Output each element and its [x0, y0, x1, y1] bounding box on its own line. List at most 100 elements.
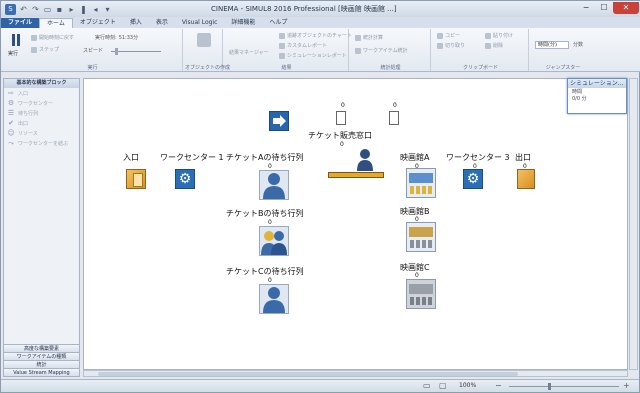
panel-tab-vsm[interactable]: Value Stream Mapping — [4, 368, 79, 376]
tab-advanced[interactable]: 詳細機能 — [224, 18, 262, 28]
block-exit[interactable]: ✔ 出口 — [4, 118, 79, 128]
exit-door-icon[interactable] — [517, 169, 535, 189]
maximize-button[interactable]: ☐ — [595, 2, 613, 14]
block-workcenter[interactable]: ⚙ ワークセンター — [4, 98, 79, 108]
block-workcenter-label: ワークセンター — [18, 100, 54, 107]
speed-slider-thumb[interactable] — [115, 48, 118, 55]
resource-icon: ☺ — [7, 129, 15, 137]
step-button[interactable]: ステップ — [31, 46, 59, 53]
block-connect[interactable]: ⤳ ワークセンターを結ぶ — [4, 138, 79, 148]
copy-button[interactable]: コピー — [437, 32, 460, 39]
reset-icon[interactable]: ◂ — [91, 5, 100, 14]
block-resource[interactable]: ☺ リソース — [4, 128, 79, 138]
block-connect-label: ワークセンターを結ぶ — [18, 140, 69, 147]
clock-panel-title: シミュレーション... — [568, 79, 626, 88]
simulation-canvas[interactable]: 0 0 チケット販売窓口 0 入口 ワークセンター 1 ⚙ チケットAの待ち行列… — [83, 78, 628, 370]
tab-help[interactable]: ヘルプ — [262, 18, 294, 28]
panel-tab-stats[interactable]: 統計 — [4, 360, 79, 368]
build-icon[interactable] — [197, 33, 211, 47]
tab-file[interactable]: ファイル — [1, 18, 40, 28]
queue-icon: ☰ — [7, 109, 15, 117]
tab-home[interactable]: ホーム — [39, 18, 73, 28]
horizontal-scroll-thumb[interactable] — [98, 372, 518, 376]
reset-button[interactable]: 開始時刻に戻す — [31, 34, 74, 41]
exit-label: 出口 — [515, 153, 531, 162]
horizontal-scrollbar[interactable] — [83, 370, 628, 377]
step-icon — [31, 46, 37, 53]
jump-time-input[interactable]: 時間(分) — [535, 41, 569, 49]
zoom-slider[interactable] — [509, 386, 619, 387]
report-group: 結果マネージャー 追跡オブジェクトのチャート カスタムレポート シミュレーション… — [225, 29, 352, 71]
results-manager-label: 結果マネージャー — [229, 50, 269, 56]
monitor-icon[interactable]: ▢ — [439, 382, 447, 390]
tab-insert[interactable]: 挿入 — [123, 18, 149, 28]
speed-slider[interactable] — [111, 51, 161, 52]
theaterB-icon[interactable] — [406, 222, 436, 252]
entry-door-icon[interactable] — [126, 169, 146, 189]
connect-icon: ⤳ — [8, 138, 14, 147]
entry-arrow-icon[interactable] — [269, 111, 289, 131]
queueA-people-icon[interactable] — [259, 170, 289, 200]
workitem-stat-button[interactable]: ワークアイテム統計 — [355, 47, 408, 54]
close-button[interactable]: ✕ — [613, 2, 639, 14]
tab-visual-logic[interactable]: Visual Logic — [175, 18, 225, 28]
build-group-label: オブジェクトの作成 — [185, 65, 231, 71]
panel-tab-workitems[interactable]: ワークアイテムの種類 — [4, 352, 79, 360]
stat-calc-button[interactable]: 統計計算 — [355, 34, 383, 41]
window-controls: − ☐ ✕ — [577, 2, 639, 14]
ticket-doc-icon[interactable] — [389, 111, 399, 125]
ticket-doc-count-2: 0 — [393, 102, 397, 109]
queueB-people-icon[interactable] — [259, 226, 289, 256]
clerk-icon[interactable] — [356, 149, 374, 171]
block-queue[interactable]: ☰ 待ち行列 — [4, 108, 79, 118]
minimize-button[interactable]: − — [577, 2, 595, 14]
cut-button[interactable]: 切り取り — [437, 42, 465, 49]
queueC-people-icon[interactable] — [259, 284, 289, 314]
open-icon[interactable]: ▭ — [43, 5, 52, 14]
vertical-scrollbar[interactable] — [629, 78, 638, 370]
ticket-doc-icon[interactable] — [336, 111, 346, 125]
run-time-label: 実行時刻: — [95, 35, 117, 41]
redo-icon[interactable]: ↷ — [31, 5, 40, 14]
workitem-stat-icon — [355, 47, 361, 54]
pause-icon[interactable]: ❚ — [79, 5, 88, 14]
run-icon[interactable]: ▸ — [67, 5, 76, 14]
panel-tab-advanced[interactable]: 高度な構築要素 — [4, 344, 79, 352]
ribbon: 実行 開始時刻に戻す ステップ 実行時刻: 51:33分 スピード 実行 オブジェ… — [1, 28, 640, 72]
step-label: ステップ — [39, 47, 60, 53]
jump-group-label: ジャンプスター — [545, 65, 581, 71]
paste-button[interactable]: 貼り付け — [485, 32, 513, 39]
theaterC-icon[interactable] — [406, 279, 436, 309]
stat-group-label: 統計処理 — [380, 65, 401, 71]
fit-view-icon[interactable]: ▭ — [423, 382, 431, 390]
app-logo-icon[interactable]: S — [5, 3, 16, 15]
block-entry[interactable]: ⇨ 入口 — [4, 88, 79, 98]
chart-icon — [279, 32, 285, 39]
undo-icon[interactable]: ↶ — [19, 5, 28, 14]
theaterA-label: 映画館A — [400, 153, 430, 162]
clock-line-2: 0/0 分 — [572, 96, 587, 102]
ticket-counter-desk[interactable] — [328, 172, 384, 178]
tracking-chart-button[interactable]: 追跡オブジェクトのチャート — [279, 32, 352, 39]
workcenter3-gear-icon[interactable]: ⚙ — [463, 169, 483, 189]
dropdown-icon[interactable]: ▾ — [103, 5, 112, 14]
custom-report-button[interactable]: カスタムレポート — [279, 42, 327, 49]
simulation-clock-panel[interactable]: シミュレーション... 時間 0/0 分 — [567, 78, 627, 114]
run-label[interactable]: 実行 — [8, 50, 18, 57]
delete-button[interactable]: 削除 — [485, 42, 503, 49]
results-manager-button[interactable]: 結果マネージャー — [229, 49, 269, 56]
theaterA-icon[interactable] — [406, 168, 436, 198]
tab-objects[interactable]: オブジェクト — [73, 18, 123, 28]
theaterC-count: 0 — [415, 272, 419, 279]
tab-view[interactable]: 表示 — [149, 18, 175, 28]
delete-icon — [485, 42, 491, 49]
zoom-slider-thumb[interactable] — [548, 383, 551, 390]
workcenter1-gear-icon[interactable]: ⚙ — [175, 169, 195, 189]
zoom-out-icon[interactable]: − — [495, 382, 503, 390]
sim-report-button[interactable]: シミュレーションレポート — [279, 52, 347, 59]
zoom-in-icon[interactable]: + — [623, 382, 631, 390]
pause-button[interactable] — [9, 33, 23, 47]
cut-label: 切り取り — [445, 43, 466, 49]
save-icon[interactable]: ▪ — [55, 5, 64, 14]
entry-label: 入口 — [123, 153, 139, 162]
